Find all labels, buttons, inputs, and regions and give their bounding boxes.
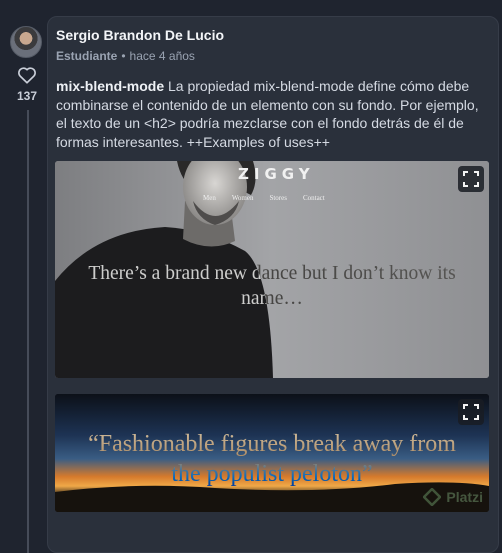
blend-quote: “Fashionable figures break away from the… [55,429,489,489]
meta-separator: • [121,49,126,63]
platzi-logo-icon [423,488,442,506]
author-name[interactable]: Sergio Brandon De Lucio [56,27,224,43]
nav-stores[interactable]: Stores [269,194,287,202]
heart-icon [18,67,36,84]
thread-line [27,110,29,553]
expand-image-button[interactable] [458,166,484,192]
author-role: Estudiante [56,49,118,63]
avatar[interactable] [10,26,42,58]
nav-men[interactable]: Men [203,194,216,202]
blend-heading-line1: There’s a brand new dance but I don’t kn… [88,263,456,284]
blend-heading: There’s a brand new dance but I don’t kn… [55,261,489,311]
expand-image-button[interactable] [458,399,484,425]
nav-women[interactable]: Women [232,194,254,202]
left-column: 137 [0,0,54,553]
expand-icon [463,171,479,187]
example-image-ziggy[interactable]: ZIGGY Men Women Stores Contact There’s a… [55,161,489,378]
blend-quote-line1: “Fashionable figures break away from [88,431,456,457]
brand-logo: ZIGGY [238,165,315,183]
post-meta: Estudiante • hace 4 años [56,49,195,63]
keyword: mix-blend-mode [56,78,165,94]
expand-icon [463,404,479,420]
example-image-sunset[interactable]: “Fashionable figures break away from the… [55,394,489,512]
like-button[interactable] [14,62,40,88]
like-count: 137 [16,89,38,103]
comment-body: mix-blend-mode La propiedad mix-blend-mo… [56,77,492,151]
nav-contact[interactable]: Contact [303,194,325,202]
ziggy-nav: Men Women Stores Contact [203,194,325,202]
post-time: hace 4 años [129,49,195,63]
blend-heading-line2: name… [241,288,303,309]
blend-quote-line2: the populist peloton” [171,461,373,487]
platzi-watermark: Platzi [423,488,483,506]
watermark-text: Platzi [446,489,483,505]
